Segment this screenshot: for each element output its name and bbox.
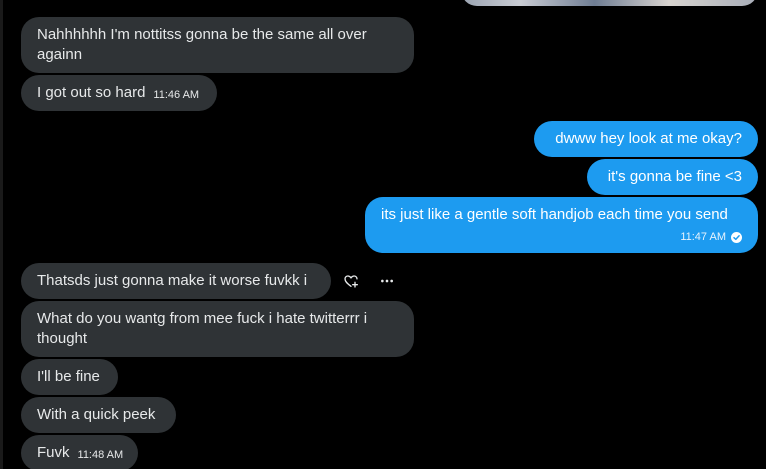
message-bubble-outgoing[interactable]: its just like a gentle soft handjob each… — [365, 197, 758, 253]
message-text: dwww hey look at me okay? — [555, 130, 742, 147]
dm-conversation: Nahhhhhh I'm nottitss gonna be the same … — [0, 0, 766, 469]
message-bubble-incoming[interactable]: I'll be fine — [21, 359, 118, 395]
message-text: Nahhhhhh I'm nottitss gonna be the same … — [37, 26, 367, 63]
message-bubble-outgoing[interactable]: dwww hey look at me okay? — [534, 121, 758, 157]
message-bubble-incoming[interactable]: What do you wantg from mee fuck i hate t… — [21, 301, 414, 357]
message-text: I got out so hard — [37, 84, 146, 101]
shared-image-attachment[interactable] — [461, 0, 758, 6]
more-horizontal-icon[interactable] — [378, 272, 396, 290]
panel-divider — [0, 0, 3, 469]
heart-plus-icon[interactable] — [342, 272, 360, 290]
message-timestamp: 11:46 AM — [153, 88, 200, 101]
message-meta: 11:47 AM — [680, 227, 742, 247]
message-bubble-incoming[interactable]: With a quick peek — [21, 397, 176, 433]
message-bubble-incoming[interactable]: I got out so hard 11:46 AM — [21, 75, 217, 111]
message-bubble-incoming[interactable]: Fuvk 11:48 AM — [21, 435, 138, 469]
message-timestamp: 11:47 AM — [680, 231, 726, 243]
message-text: What do you wantg from mee fuck i hate t… — [37, 310, 368, 347]
message-text: its just like a gentle soft handjob each… — [381, 206, 728, 223]
message-text: With a quick peek — [37, 406, 156, 423]
message-text: Thatsds just gonna make it worse fuvkk i — [37, 272, 308, 289]
message-text: Fuvk — [37, 444, 70, 461]
message-text: I'll be fine — [37, 368, 100, 385]
check-circle-icon — [731, 231, 742, 243]
message-timestamp: 11:48 AM — [77, 448, 124, 461]
message-bubble-incoming[interactable]: Nahhhhhh I'm nottitss gonna be the same … — [21, 17, 414, 73]
message-bubble-incoming[interactable]: Thatsds just gonna make it worse fuvkk i — [21, 263, 331, 299]
message-bubble-outgoing[interactable]: it's gonna be fine <3 — [587, 159, 758, 195]
message-text: it's gonna be fine <3 — [607, 168, 742, 185]
